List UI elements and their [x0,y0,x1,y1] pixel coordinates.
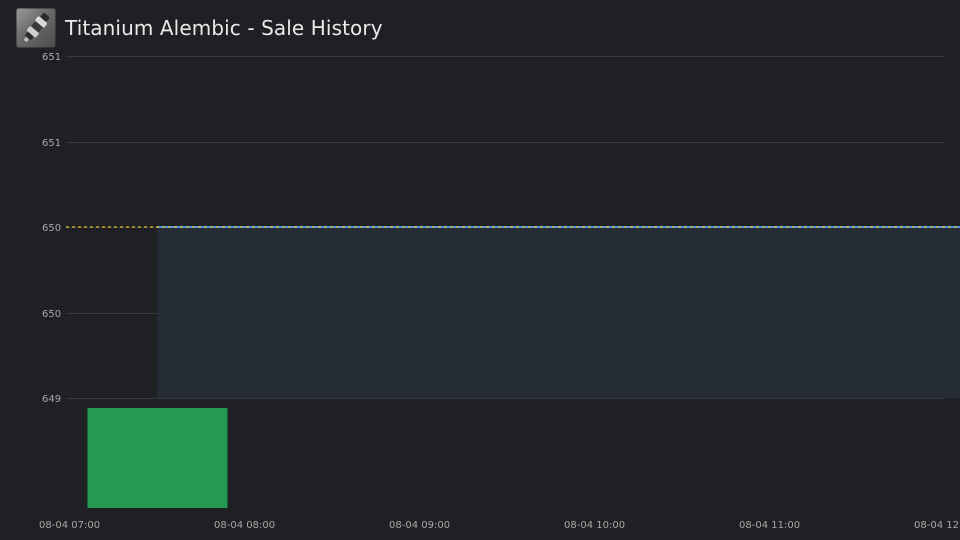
x-tick-label: 08-04 09:00 [389,520,450,531]
y-tick-label: 651 [42,138,61,149]
price-area-layer [157,227,960,398]
price-area-fill [157,227,960,398]
y-tick-label: 649 [42,394,61,405]
volume-bar [87,408,228,508]
sale-history-chart: 651 651 650 650 649 08-04 07:00 08-04 08:00 08-… [39,52,960,531]
x-tick-label: 08-04 12:00 [914,520,960,531]
x-tick-label: 08-04 08:00 [214,520,275,531]
y-tick-label: 650 [42,223,61,234]
volume-bar-layer [87,408,228,508]
x-tick-label: 08-04 10:00 [564,520,625,531]
x-tick-label: 08-04 11:00 [739,520,800,531]
y-tick-label: 650 [42,309,61,320]
x-tick-label: 08-04 07:00 [39,520,100,531]
y-tick-label: 651 [42,52,61,63]
